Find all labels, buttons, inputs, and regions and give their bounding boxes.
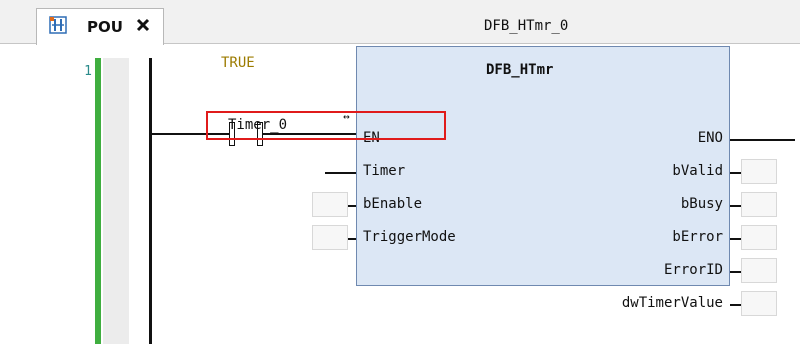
errorid-stub: [730, 271, 741, 273]
dwtimervalue-stub: [730, 304, 741, 306]
tab-title: POU: [87, 18, 123, 36]
pin-eno: ENO: [697, 130, 723, 146]
pin-timer: Timer: [363, 163, 406, 179]
bvalid-output-box[interactable]: [741, 159, 777, 184]
ladder-pou-icon: [49, 16, 67, 34]
dwtimervalue-output-box[interactable]: [741, 291, 777, 316]
timer-highlight-box: [206, 111, 446, 140]
eno-output-wire: [730, 139, 795, 141]
network-line-number: 1: [84, 64, 92, 79]
pin-bbusy: bBusy: [680, 196, 723, 212]
pin-bvalid: bValid: [672, 163, 723, 179]
bbusy-stub: [730, 205, 741, 207]
triggermode-input-box[interactable]: [312, 225, 348, 250]
pin-benable: bEnable: [363, 196, 423, 212]
editor-tab-bar: POU: [0, 0, 800, 45]
timer-input-wire: [325, 172, 356, 174]
errorid-output-box[interactable]: [741, 258, 777, 283]
contact-variable[interactable]: TRUE: [221, 55, 255, 71]
pin-berror: bError: [672, 229, 723, 245]
bbusy-output-box[interactable]: [741, 192, 777, 217]
pin-triggermode: TriggerMode: [363, 229, 456, 245]
tab-pou[interactable]: POU: [36, 8, 164, 45]
berror-output-box[interactable]: [741, 225, 777, 250]
pin-errorid: ErrorID: [663, 262, 723, 278]
fb-type-name: DFB_HTmr: [486, 62, 554, 78]
network-gutter: [103, 58, 129, 344]
bvalid-stub: [730, 172, 741, 174]
fb-instance-name[interactable]: DFB_HTmr_0: [484, 18, 568, 34]
network-gutter-marker: [95, 58, 101, 344]
pin-dwtimervalue: dwTimerValue: [621, 295, 723, 311]
benable-input-box[interactable]: [312, 192, 348, 217]
left-power-rail: [149, 58, 152, 344]
berror-stub: [730, 238, 741, 240]
close-icon[interactable]: [135, 17, 151, 33]
